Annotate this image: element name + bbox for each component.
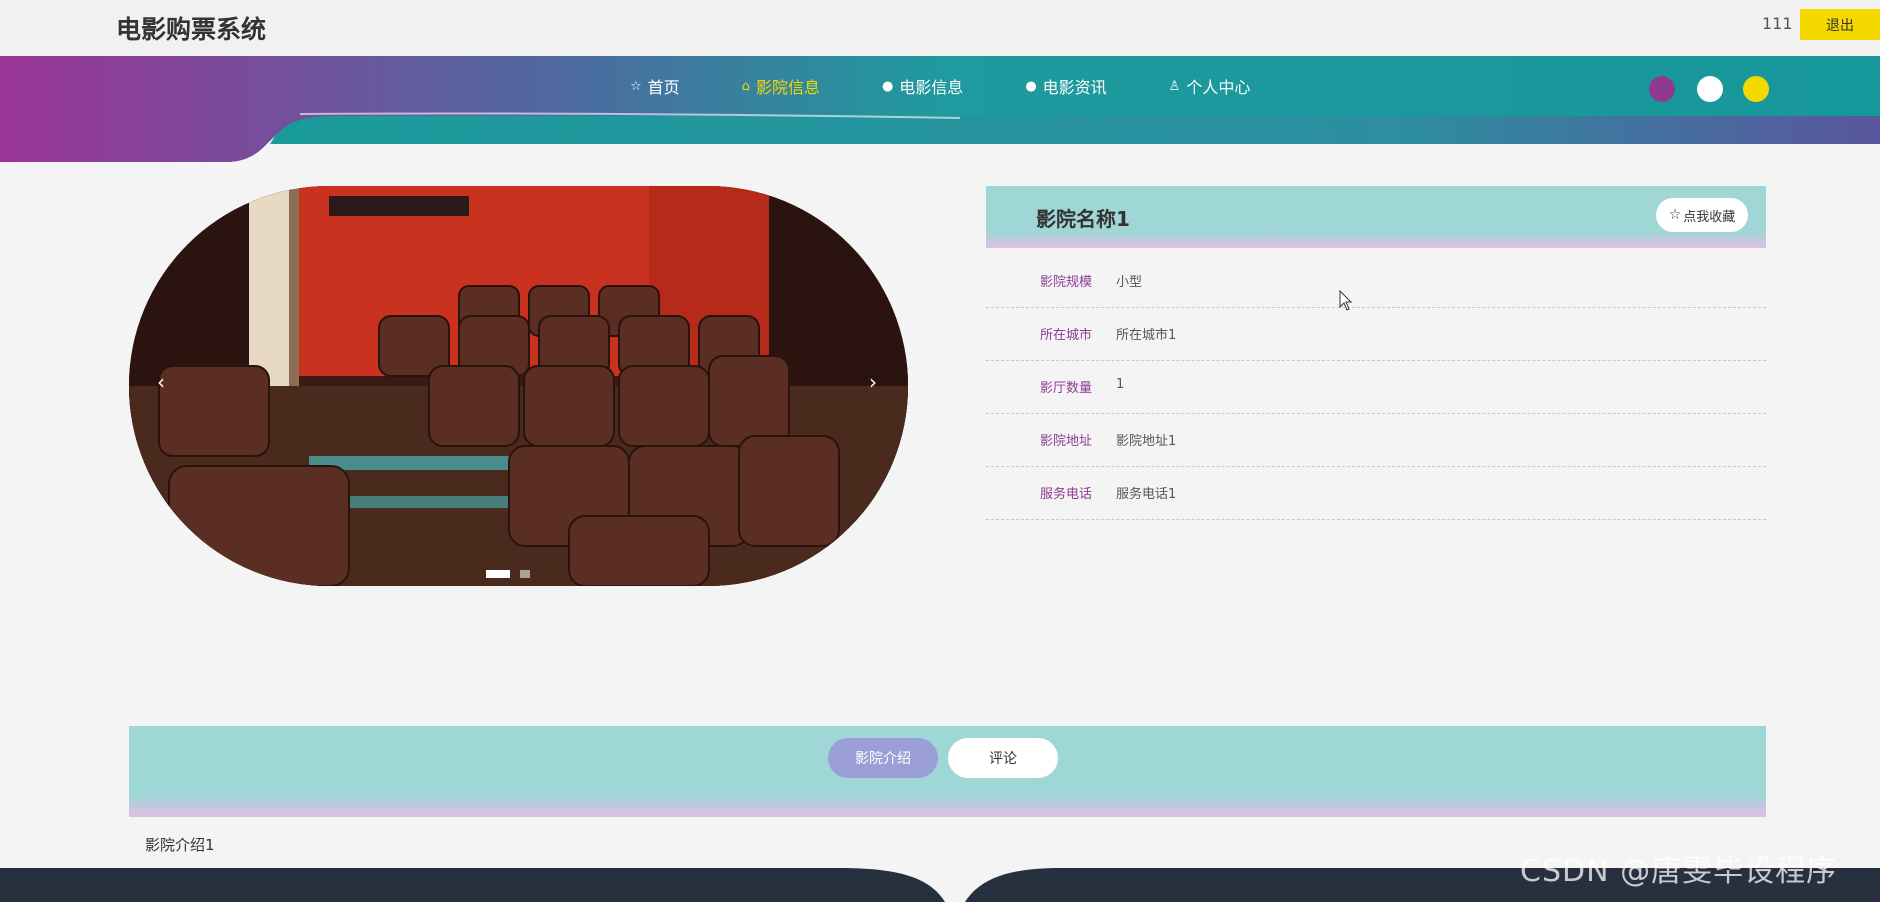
- detail-label: 影厅数量: [1040, 381, 1093, 396]
- theme-dot-purple[interactable]: [1649, 76, 1675, 102]
- favorite-label: 点我收藏: [1683, 209, 1736, 225]
- detail-value: 1: [1116, 377, 1125, 392]
- nav-item-label: 电影信息: [899, 78, 964, 97]
- star-icon: ☆: [630, 78, 642, 94]
- nav-item-movie-info[interactable]: ● 电影信息: [882, 74, 963, 98]
- logout-button[interactable]: 退出: [1800, 9, 1880, 40]
- cinema-name: 影院名称1: [1036, 207, 1130, 231]
- detail-value: 小型: [1116, 275, 1143, 290]
- carousel-indicator[interactable]: [520, 570, 530, 578]
- nav-item-movie-news[interactable]: ● 电影资讯: [1025, 74, 1106, 98]
- nav-band: [0, 56, 1880, 162]
- detail-row-city: 所在城市 所在城市1: [986, 309, 1766, 361]
- detail-label: 服务电话: [1040, 487, 1093, 502]
- detail-value: 影院地址1: [1116, 434, 1177, 449]
- nav-item-cinema-info[interactable]: ⌂ 影院信息: [742, 74, 820, 98]
- cinema-hall-image: [129, 186, 908, 586]
- nav-item-label: 首页: [647, 78, 680, 97]
- detail-value: 服务电话1: [1116, 487, 1177, 502]
- tab-comments[interactable]: 评论: [948, 738, 1058, 778]
- carousel-next-button[interactable]: ›: [869, 370, 877, 394]
- nav-band-background: [0, 56, 1880, 162]
- detail-value: 所在城市1: [1116, 328, 1177, 343]
- cinema-intro-text: 影院介绍1: [145, 836, 215, 854]
- tab-cinema-intro[interactable]: 影院介绍: [828, 738, 938, 778]
- nav-item-home[interactable]: ☆ 首页: [630, 74, 680, 98]
- detail-row-address: 影院地址 影院地址1: [986, 415, 1766, 467]
- detail-label: 所在城市: [1040, 328, 1093, 343]
- username[interactable]: 111: [1762, 14, 1793, 33]
- site-title: 电影购票系统: [116, 15, 267, 44]
- carousel-prev-button[interactable]: ‹: [157, 370, 165, 394]
- detail-label: 影院地址: [1040, 434, 1093, 449]
- watermark: CSDN @唐雯毕设程序: [1520, 854, 1838, 889]
- detail-row-hall-count: 影厅数量 1: [986, 362, 1766, 414]
- cinema-detail-list: 影院规模 小型 所在城市 所在城市1 影厅数量 1 影院地址 影院地址1 服务电…: [986, 256, 1766, 521]
- cinema-image-carousel[interactable]: ‹ ›: [129, 186, 908, 586]
- nav-item-label: 影院信息: [755, 78, 820, 97]
- carousel-indicator[interactable]: [486, 570, 510, 578]
- bag-icon: ⌂: [741, 78, 750, 94]
- main-nav: ☆ 首页 ⌂ 影院信息 ● 电影信息 ● 电影资讯 ♙ 个人中心: [630, 74, 1312, 98]
- detail-label: 影院规模: [1040, 275, 1093, 290]
- nav-item-label: 个人中心: [1186, 78, 1251, 97]
- info-icon: ●: [1025, 78, 1037, 94]
- mouse-cursor-icon: [1339, 290, 1353, 311]
- nav-item-personal-center[interactable]: ♙ 个人中心: [1169, 74, 1251, 98]
- theme-dot-yellow[interactable]: [1743, 76, 1769, 102]
- favorite-button[interactable]: ☆ 点我收藏: [1656, 198, 1748, 232]
- info-icon: ●: [881, 78, 894, 94]
- detail-row-phone: 服务电话 服务电话1: [986, 468, 1766, 520]
- theme-dot-white[interactable]: [1697, 76, 1723, 102]
- top-bar: 电影购票系统 111 退出: [0, 0, 1880, 56]
- user-icon: ♙: [1168, 78, 1181, 94]
- star-icon: ☆: [1668, 207, 1682, 223]
- detail-row-scale: 影院规模 小型: [986, 256, 1766, 308]
- nav-item-label: 电影资讯: [1042, 78, 1107, 97]
- detail-tabs-bar: 影院介绍 评论: [129, 726, 1766, 817]
- cinema-info-header: 影院名称1 ☆ 点我收藏: [986, 186, 1766, 248]
